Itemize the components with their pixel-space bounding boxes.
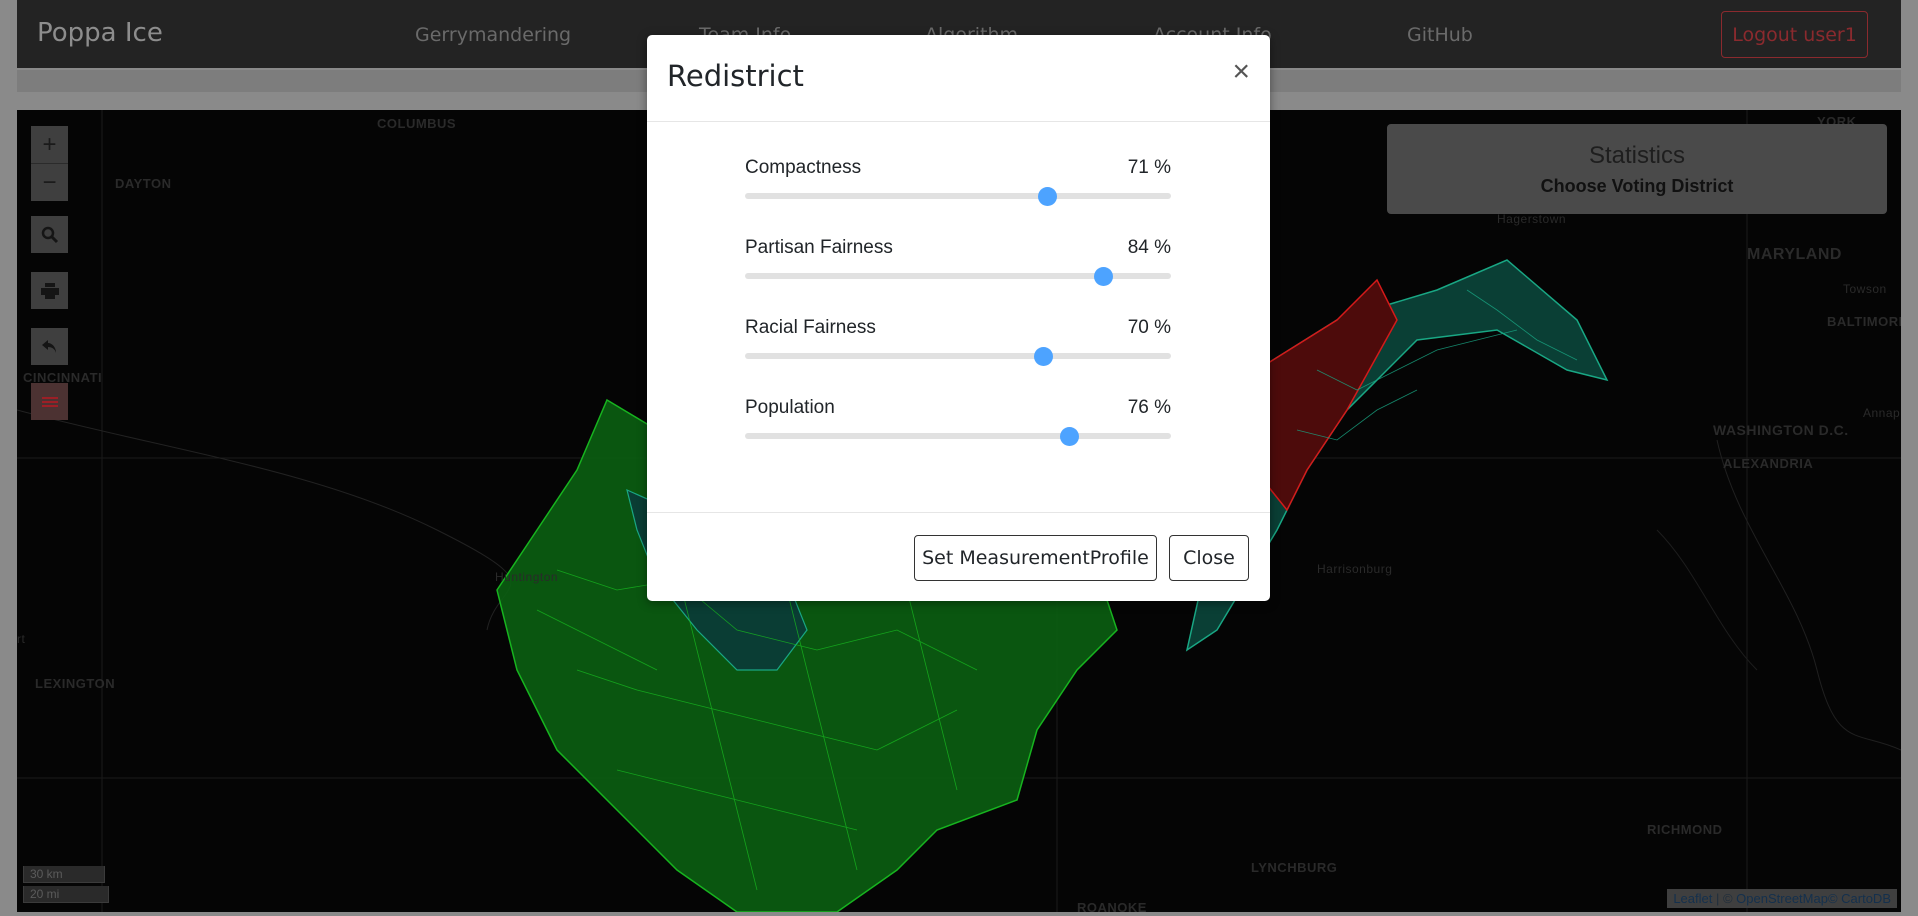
slider-value: 84 % [1127,237,1171,258]
slider-value: 76 % [1127,397,1171,418]
slider-value: 71 % [1127,157,1171,178]
slider-label: Population [745,397,835,418]
slider-track[interactable] [745,433,1171,439]
slider-compactness: Compactness 71 % [745,157,1171,237]
slider-label: Compactness [745,157,862,178]
close-icon[interactable]: × [1232,55,1250,89]
slider-label: Racial Fairness [745,317,876,338]
modal-header: Redistrict × [647,35,1270,122]
set-measurement-profile-button[interactable]: Set MeasurementProfile [914,535,1157,581]
slider-track[interactable] [745,193,1171,199]
close-button[interactable]: Close [1169,535,1249,581]
slider-thumb[interactable] [1034,347,1054,366]
slider-value: 70 % [1127,317,1171,338]
modal-footer: Set MeasurementProfile Close [647,512,1270,602]
redistrict-modal: Redistrict × Compactness 71 % Partisan F… [647,35,1270,601]
slider-list: Compactness 71 % Partisan Fairness 84 % … [745,157,1171,477]
modal-title: Redistrict [667,59,804,93]
slider-label: Partisan Fairness [745,237,893,258]
slider-track[interactable] [745,353,1171,359]
slider-thumb[interactable] [1059,427,1079,446]
slider-population: Population 76 % [745,397,1171,477]
slider-partisan-fairness: Partisan Fairness 84 % [745,237,1171,317]
slider-thumb[interactable] [1093,267,1113,286]
slider-racial-fairness: Racial Fairness 70 % [745,317,1171,397]
slider-thumb[interactable] [1038,187,1058,206]
